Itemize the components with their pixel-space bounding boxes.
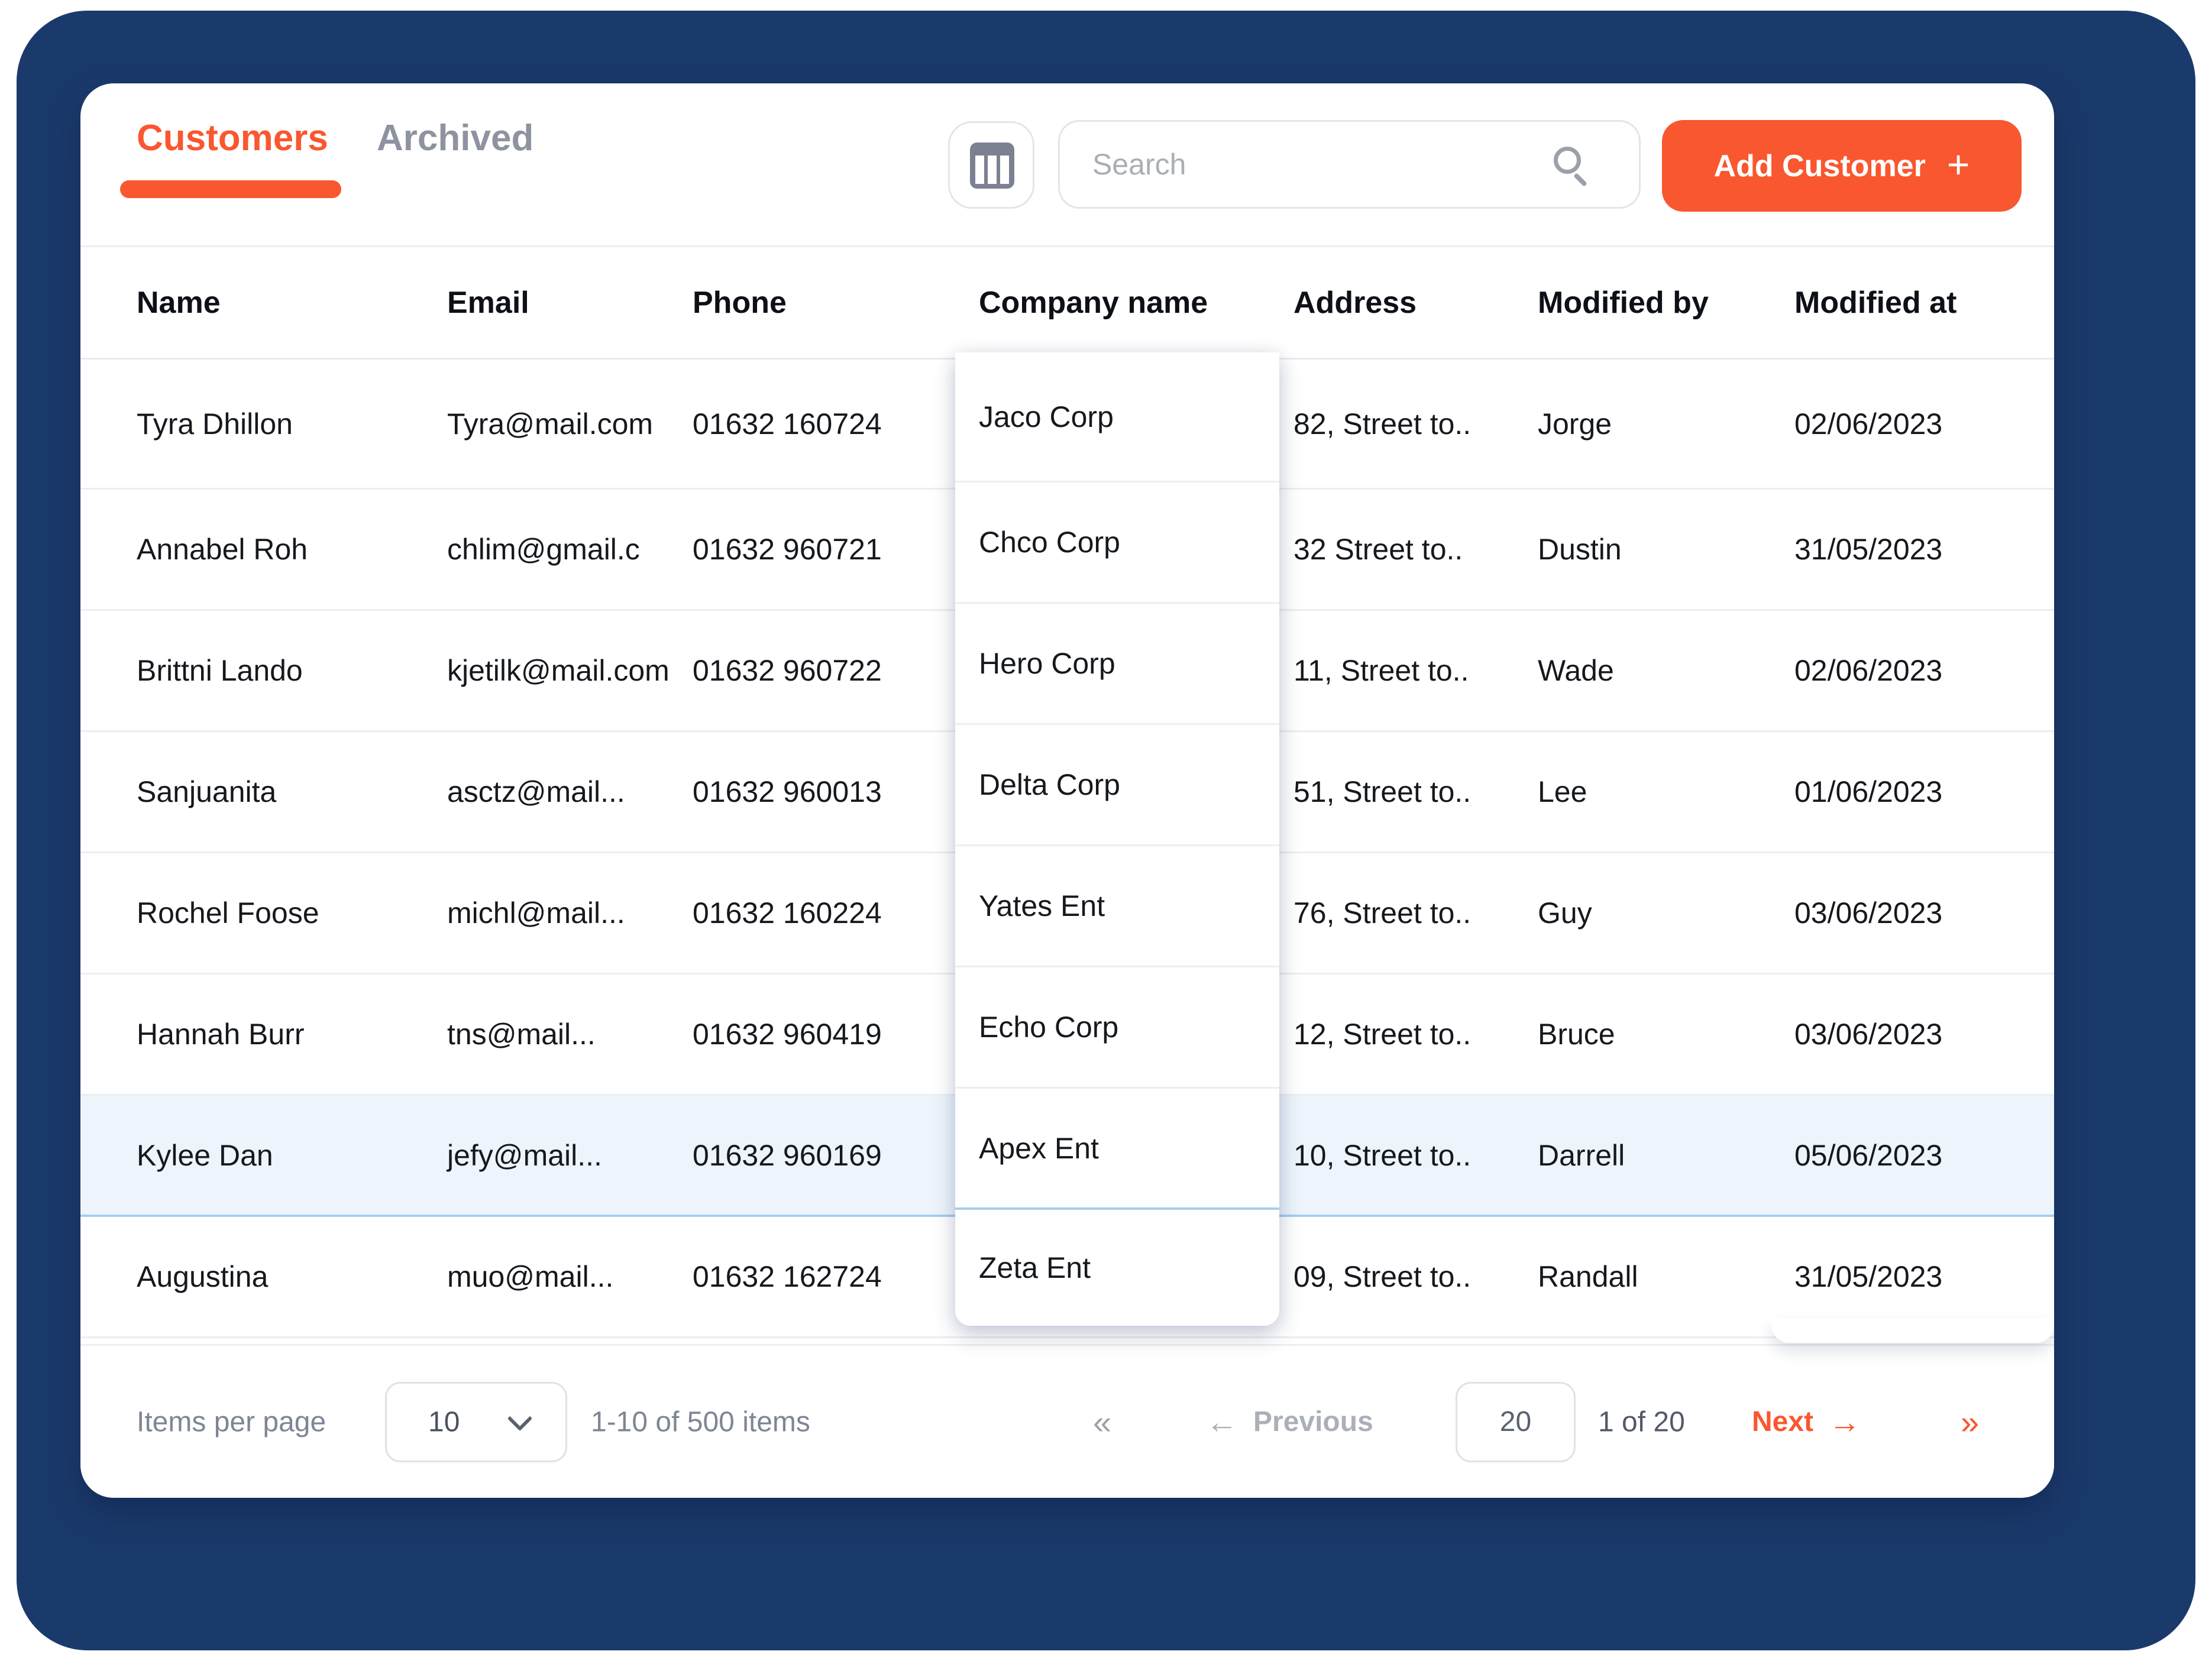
dragged-company-column[interactable]: Jaco Corp Chco Corp Hero Corp Delta Corp…: [955, 352, 1279, 1326]
cell-name: Kylee Dan: [137, 1138, 273, 1172]
column-header-company[interactable]: Company name: [979, 247, 1208, 358]
cell-modified-at: 03/06/2023: [1794, 1018, 1943, 1051]
cell-modified-by: Darrell: [1538, 1138, 1625, 1172]
column-header-modified-at[interactable]: Modified at: [1794, 247, 1956, 358]
cell-email: tns@mail...: [447, 1018, 596, 1051]
cell-name: Sanjuanita: [137, 775, 277, 808]
page-status-text: 1 of 20: [1598, 1406, 1685, 1437]
cell-name: Annabel Roh: [137, 533, 308, 566]
cell-company[interactable]: Zeta Ent: [955, 1210, 1279, 1326]
last-page-button[interactable]: »: [1961, 1403, 1979, 1441]
add-customer-button[interactable]: Add Customer +: [1662, 120, 2022, 212]
chevron-down-icon: [507, 1406, 533, 1431]
cell-company[interactable]: Delta Corp: [955, 725, 1279, 846]
cell-modified-at: 05/06/2023: [1794, 1138, 1943, 1172]
add-customer-label: Add Customer: [1713, 148, 1926, 183]
previous-label: Previous: [1253, 1406, 1373, 1437]
cell-name: Brittni Lando: [137, 654, 303, 687]
search-input[interactable]: [1092, 122, 1554, 207]
cell-email: jefy@mail...: [447, 1138, 602, 1172]
search-icon: [1554, 147, 1581, 174]
cell-phone: 01632 960013: [693, 775, 882, 808]
cell-address: 51, Street to..: [1293, 775, 1472, 808]
cell-phone: 01632 162724: [693, 1260, 882, 1293]
cell-address: 11, Street to..: [1293, 654, 1469, 687]
cell-modified-by: Wade: [1538, 654, 1614, 687]
next-label: Next: [1752, 1406, 1814, 1437]
column-settings-button[interactable]: [948, 121, 1034, 209]
items-per-page-value: 10: [428, 1406, 460, 1437]
cell-address: 82, Street to..: [1293, 407, 1472, 441]
cell-phone: 01632 960419: [693, 1018, 882, 1051]
cell-address: 76, Street to..: [1293, 896, 1472, 930]
toolbar: Customers Archived Add Customer +: [80, 83, 2054, 247]
column-header-phone[interactable]: Phone: [693, 247, 787, 358]
tab-customers[interactable]: Customers: [137, 118, 328, 159]
cell-name: Tyra Dhillon: [137, 407, 293, 441]
cell-modified-by: Guy: [1538, 896, 1592, 930]
cell-name: Augustina: [137, 1260, 269, 1293]
cell-company[interactable]: Jaco Corp: [955, 352, 1279, 483]
active-tab-indicator: [120, 180, 341, 198]
table-header: Name Email Phone Company name Address Mo…: [80, 247, 2054, 360]
column-header-email[interactable]: Email: [447, 247, 529, 358]
cell-address: 32 Street to..: [1293, 533, 1463, 566]
cell-modified-by: Randall: [1538, 1260, 1638, 1293]
plus-icon: +: [1946, 142, 1970, 186]
search-box: [1058, 120, 1641, 209]
screenshot-root: Customers Archived Add Customer + Name E…: [0, 0, 2212, 1661]
cell-email: michl@mail...: [447, 896, 625, 930]
cell-modified-by: Bruce: [1538, 1018, 1615, 1051]
items-per-page-select[interactable]: 10: [385, 1381, 567, 1462]
cell-phone: 01632 160724: [693, 407, 882, 441]
cell-company[interactable]: Chco Corp: [955, 483, 1279, 604]
pagination-bar: Items per page 10 1-10 of 500 items « ← …: [80, 1344, 2054, 1498]
cell-company[interactable]: Yates Ent: [955, 846, 1279, 967]
items-per-page-label: Items per page: [137, 1406, 326, 1437]
cell-modified-at: 02/06/2023: [1794, 407, 1943, 441]
cell-email: muo@mail...: [447, 1260, 614, 1293]
first-page-button[interactable]: «: [1093, 1403, 1111, 1441]
cell-name: Hannah Burr: [137, 1018, 305, 1051]
cell-company[interactable]: Hero Corp: [955, 604, 1279, 725]
cell-address: 09, Street to..: [1293, 1260, 1472, 1293]
cell-modified-at: 01/06/2023: [1794, 775, 1943, 808]
cell-address: 10, Street to..: [1293, 1138, 1472, 1172]
column-header-name[interactable]: Name: [137, 247, 221, 358]
cell-phone: 01632 160224: [693, 896, 882, 930]
column-header-modified-by[interactable]: Modified by: [1538, 247, 1709, 358]
cell-email: Tyra@mail.com: [447, 407, 654, 441]
cell-email: kjetilk@mail.com: [447, 654, 670, 687]
arrow-left-icon: ←: [1206, 1404, 1238, 1440]
page-number-input[interactable]: [1456, 1381, 1576, 1462]
cell-modified-by: Lee: [1538, 775, 1587, 808]
arrow-right-icon: →: [1829, 1404, 1861, 1440]
tab-archived[interactable]: Archived: [377, 118, 533, 159]
cell-modified-at: 31/05/2023: [1794, 533, 1943, 566]
cell-company[interactable]: Apex Ent: [955, 1089, 1279, 1210]
cell-address: 12, Street to..: [1293, 1018, 1472, 1051]
cell-email: asctz@mail...: [447, 775, 625, 808]
cell-modified-by: Dustin: [1538, 533, 1622, 566]
table-columns-icon: [970, 143, 1014, 189]
cell-phone: 01632 960169: [693, 1138, 882, 1172]
cell-name: Rochel Foose: [137, 896, 319, 930]
cell-company[interactable]: Echo Corp: [955, 967, 1279, 1089]
customers-panel: Customers Archived Add Customer + Name E…: [80, 83, 2054, 1498]
cell-modified-at: 02/06/2023: [1794, 654, 1943, 687]
next-page-button[interactable]: Next →: [1752, 1404, 1861, 1440]
cell-email: chlim@gmail.c: [447, 533, 640, 566]
cell-modified-at: 03/06/2023: [1794, 896, 1943, 930]
column-header-address[interactable]: Address: [1293, 247, 1417, 358]
previous-page-button[interactable]: ← Previous: [1206, 1404, 1373, 1440]
elevated-panel-corner: [1771, 1318, 2054, 1343]
items-range-text: 1-10 of 500 items: [591, 1406, 810, 1437]
cell-phone: 01632 960721: [693, 533, 882, 566]
cell-phone: 01632 960722: [693, 654, 882, 687]
cell-modified-by: Jorge: [1538, 407, 1612, 441]
